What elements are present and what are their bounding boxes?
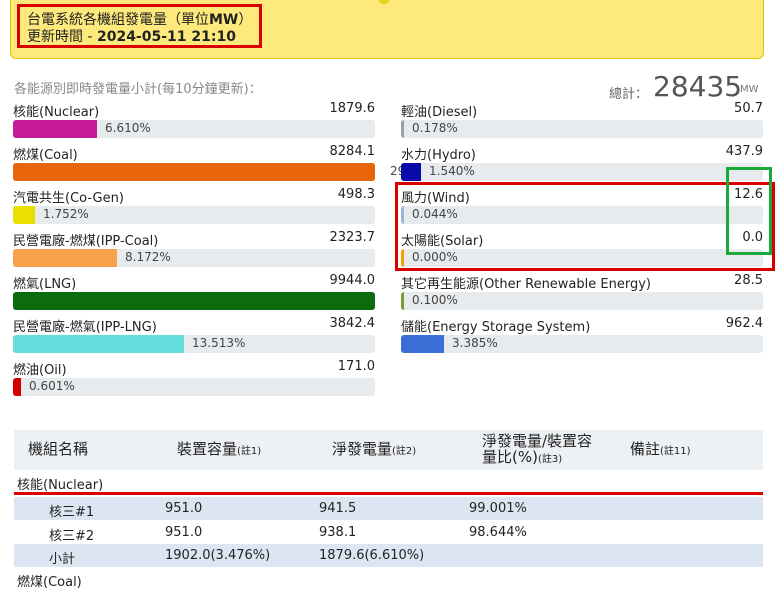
- share-bar-track: [13, 249, 375, 267]
- energy-source-percent: 0.601%: [29, 379, 75, 393]
- share-bar-track: [13, 120, 375, 138]
- energy-source-percent: 1.540%: [429, 164, 475, 178]
- energy-source-percent: 0.100%: [412, 293, 458, 307]
- energy-source-item: 燃煤(Coal)8284.129.133%: [13, 144, 443, 184]
- energy-source-name: 民營電廠-燃煤(IPP-Coal): [13, 234, 159, 249]
- energy-source-value: 3842.4: [329, 316, 376, 331]
- highlight-box-values: [726, 167, 772, 255]
- table-row: 核三#2 951.0 938.1 98.644%: [14, 521, 763, 544]
- table-header: 機組名稱 裝置容量(註1) 淨發電量(註2) 淨發電量/裝置容 量比(%)(註3)…: [14, 430, 763, 470]
- share-bar-fill: [13, 249, 117, 267]
- share-bar-fill: [401, 120, 404, 138]
- row-unit-name: 核三#2: [49, 529, 95, 544]
- energy-source-percent: 3.385%: [452, 336, 498, 350]
- total-output: 總計： 28435 MW: [609, 70, 764, 103]
- summary-subtitle: 各能源別即時發電量小計(每10分鐘更新)：: [14, 82, 262, 97]
- energy-source-value: 28.5: [734, 273, 763, 288]
- group-nuclear: 核能(Nuclear): [17, 478, 104, 493]
- table-row: 核三#1 951.0 941.5 99.001%: [14, 497, 763, 520]
- share-bar-fill: [401, 335, 444, 353]
- energy-source-value: 962.4: [725, 316, 763, 331]
- update-time: 更新時間 - 2024-05-11 21:10: [27, 29, 236, 45]
- row-net-gen: 941.5: [319, 501, 357, 516]
- total-label: 總計：: [609, 87, 649, 102]
- energy-source-value: 9944.0: [329, 273, 376, 288]
- update-time-value: 2024-05-11 21:10: [96, 29, 236, 45]
- energy-source-item: 儲能(Energy Storage System) 962.4 3.385%: [401, 316, 763, 356]
- table-row-subtotal: 小計 1902.0(3.476%) 1879.6(6.610%): [14, 544, 763, 567]
- energy-source-item: 核能(Nuclear) 1879.6 6.610%: [13, 101, 375, 141]
- row-ratio: 98.644%: [469, 525, 527, 540]
- col-unit-name: 機組名稱: [28, 440, 89, 458]
- col-net-gen: 淨發電量(註2): [332, 440, 417, 458]
- energy-source-value: 437.9: [725, 144, 763, 159]
- share-bar-fill: [401, 292, 404, 310]
- col-capacity: 裝置容量(註1): [177, 440, 262, 458]
- share-bar-track: [13, 163, 375, 181]
- share-bar-fill: [13, 292, 375, 310]
- energy-source-name: 燃油(Oil): [13, 363, 67, 378]
- total-value: 28435: [653, 70, 743, 103]
- energy-source-percent: 8.172%: [125, 250, 171, 264]
- energy-source-name: 燃煤(Coal): [13, 148, 78, 163]
- highlight-box-renewables: [395, 182, 775, 271]
- row-capacity: 951.0: [165, 501, 203, 516]
- energy-source-name: 汽電共生(Co-Gen): [13, 191, 124, 206]
- banner-notch: [378, 0, 390, 4]
- energy-source-item: 燃油(Oil) 171.0 0.601%: [13, 359, 375, 399]
- total-unit: MW: [740, 84, 759, 95]
- energy-source-percent: 6.610%: [105, 121, 151, 135]
- col-ratio: 淨發電量/裝置容 量比(%)(註3): [482, 432, 593, 466]
- col-remark: 備註(註11): [630, 440, 691, 458]
- row-ratio: 99.001%: [469, 501, 527, 516]
- group-coal: 燃煤(Coal): [17, 575, 82, 590]
- energy-source-value: 50.7: [734, 101, 763, 116]
- energy-source-percent: 1.752%: [43, 207, 89, 221]
- energy-source-item: 汽電共生(Co-Gen) 498.3 1.752%: [13, 187, 375, 227]
- energy-source-item: 燃氣(LNG)9944.034.971%: [13, 273, 517, 313]
- energy-source-item: 民營電廠-燃煤(IPP-Coal) 2323.7 8.172%: [13, 230, 375, 270]
- row-unit-name: 核三#1: [49, 505, 95, 520]
- highlight-line-nuclear: [14, 492, 763, 495]
- share-bar-fill: [13, 120, 97, 138]
- energy-source-item: 其它再生能源(Other Renewable Energy) 28.5 0.100%: [401, 273, 763, 313]
- energy-source-value: 2323.7: [329, 230, 376, 245]
- energy-source-name: 儲能(Energy Storage System): [401, 320, 591, 335]
- energy-source-name: 核能(Nuclear): [13, 105, 100, 120]
- energy-source-name: 輕油(Diesel): [401, 105, 478, 120]
- subtotal-capacity: 1902.0(3.476%): [165, 548, 271, 563]
- subtotal-label: 小計: [49, 552, 76, 567]
- share-bar-fill: [13, 163, 375, 181]
- share-bar-fill: [13, 335, 184, 353]
- subtotal-net-gen: 1879.6(6.610%): [319, 548, 425, 563]
- energy-source-item: 輕油(Diesel) 50.7 0.178%: [401, 101, 763, 141]
- energy-source-value: 171.0: [337, 359, 375, 374]
- energy-source-value: 1879.6: [329, 101, 376, 116]
- row-capacity: 951.0: [165, 525, 203, 540]
- share-bar-fill: [401, 163, 421, 181]
- energy-source-percent: 0.178%: [412, 121, 458, 135]
- share-bar-fill: [13, 206, 35, 224]
- energy-source-name: 其它再生能源(Other Renewable Energy): [401, 277, 651, 292]
- energy-source-percent: 13.513%: [192, 336, 246, 350]
- energy-source-value: 498.3: [337, 187, 375, 202]
- share-bar-fill: [13, 378, 21, 396]
- energy-source-name: 民營電廠-燃氣(IPP-LNG): [13, 320, 157, 335]
- energy-source-name: 水力(Hydro): [401, 148, 476, 163]
- energy-source-item: 民營電廠-燃氣(IPP-LNG) 3842.4 13.513%: [13, 316, 375, 356]
- energy-source-name: 燃氣(LNG): [13, 277, 77, 292]
- share-bar-track: [13, 292, 375, 310]
- energy-source-item: 水力(Hydro) 437.9 1.540%: [401, 144, 763, 184]
- energy-source-value: 8284.1: [329, 144, 376, 159]
- row-net-gen: 938.1: [319, 525, 357, 540]
